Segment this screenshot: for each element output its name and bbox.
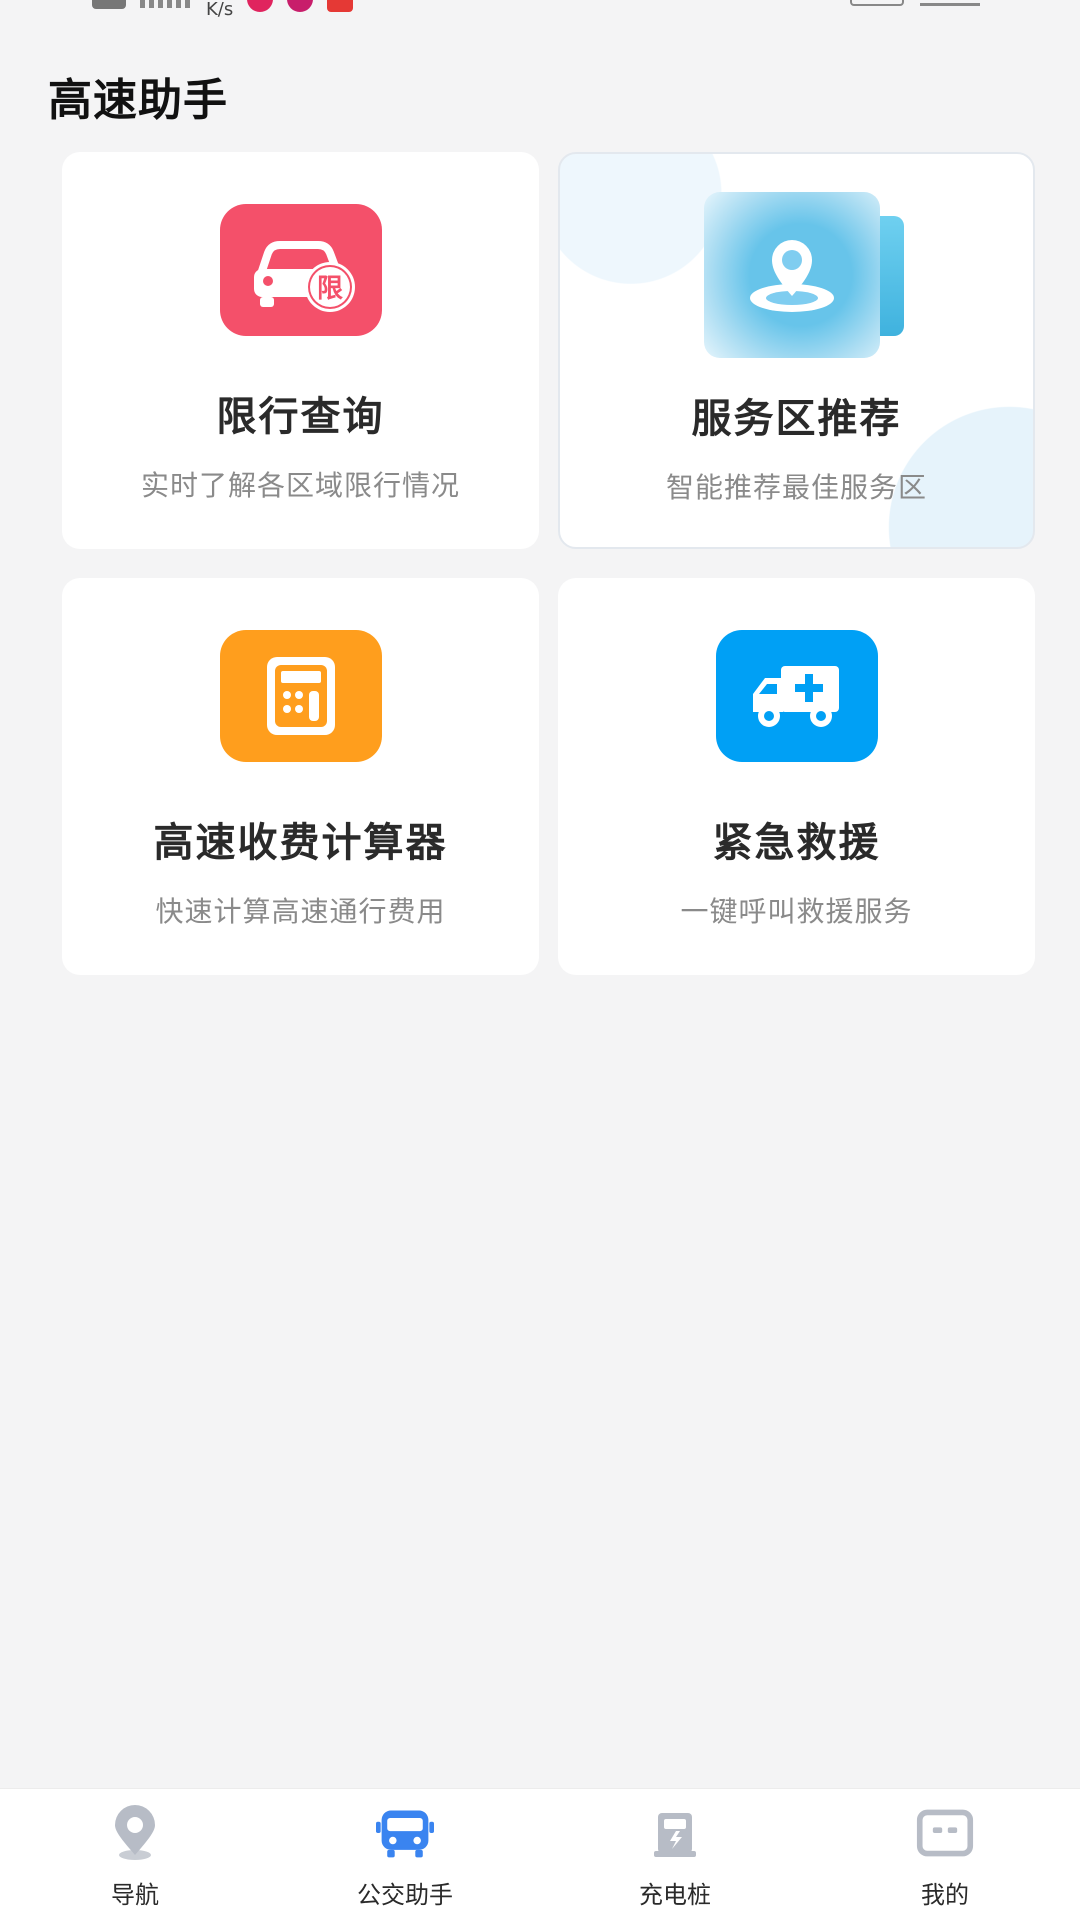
- app-notification-icon: [327, 0, 354, 12]
- app-notification-icon: [287, 0, 314, 12]
- charging-station-icon: [646, 1805, 704, 1861]
- card-title: 限行查询: [216, 394, 385, 440]
- card-traffic-restriction[interactable]: 限 限行查询 实时了解各区域限行情况: [62, 152, 539, 549]
- car-restriction-icon: 限: [219, 204, 382, 336]
- tab-charging-station[interactable]: 充电桩: [540, 1789, 810, 1920]
- network-speed: K/s: [206, 0, 234, 20]
- sim-icon: [92, 0, 126, 9]
- profile-face-icon: [916, 1805, 974, 1861]
- location-pin-icon: [704, 192, 924, 362]
- status-bar: K/s: [0, 0, 1080, 20]
- card-subtitle: 智能推荐最佳服务区: [665, 471, 927, 504]
- card-title: 紧急救援: [712, 820, 881, 866]
- status-bar-right: [850, 0, 980, 6]
- clock: [920, 0, 980, 6]
- bottom-tab-bar: 导航 公交助手 充电桩 我的: [0, 1788, 1080, 1920]
- tab-profile[interactable]: 我的: [810, 1789, 1080, 1920]
- tab-navigation[interactable]: 导航: [0, 1789, 270, 1920]
- tab-label: 我的: [921, 1881, 969, 1909]
- tab-bus-assistant[interactable]: 公交助手: [270, 1789, 540, 1920]
- card-subtitle: 一键呼叫救援服务: [680, 895, 913, 928]
- card-subtitle: 实时了解各区域限行情况: [140, 469, 460, 502]
- map-pin-icon: [106, 1805, 164, 1861]
- card-toll-calculator[interactable]: 高速收费计算器 快速计算高速通行费用: [62, 578, 539, 975]
- battery-icon: [850, 0, 904, 6]
- svg-text:限: 限: [316, 274, 342, 304]
- app-notification-icon: [247, 0, 274, 12]
- page-title: 高速助手: [48, 75, 228, 126]
- card-title: 服务区推荐: [691, 396, 902, 442]
- card-subtitle: 快速计算高速通行费用: [155, 895, 446, 928]
- card-emergency-rescue[interactable]: 紧急救援 一键呼叫救援服务: [558, 578, 1035, 975]
- calculator-icon: [219, 630, 382, 762]
- tab-label: 公交助手: [357, 1881, 453, 1909]
- bus-icon: [376, 1805, 434, 1861]
- status-bar-left: K/s: [92, 0, 354, 20]
- card-service-area[interactable]: 服务区推荐 智能推荐最佳服务区: [558, 152, 1035, 549]
- tab-label: 充电桩: [639, 1881, 711, 1909]
- card-title: 高速收费计算器: [153, 820, 448, 866]
- ambulance-icon: [715, 630, 878, 762]
- tab-label: 导航: [111, 1881, 159, 1909]
- signal-icon: [140, 0, 192, 8]
